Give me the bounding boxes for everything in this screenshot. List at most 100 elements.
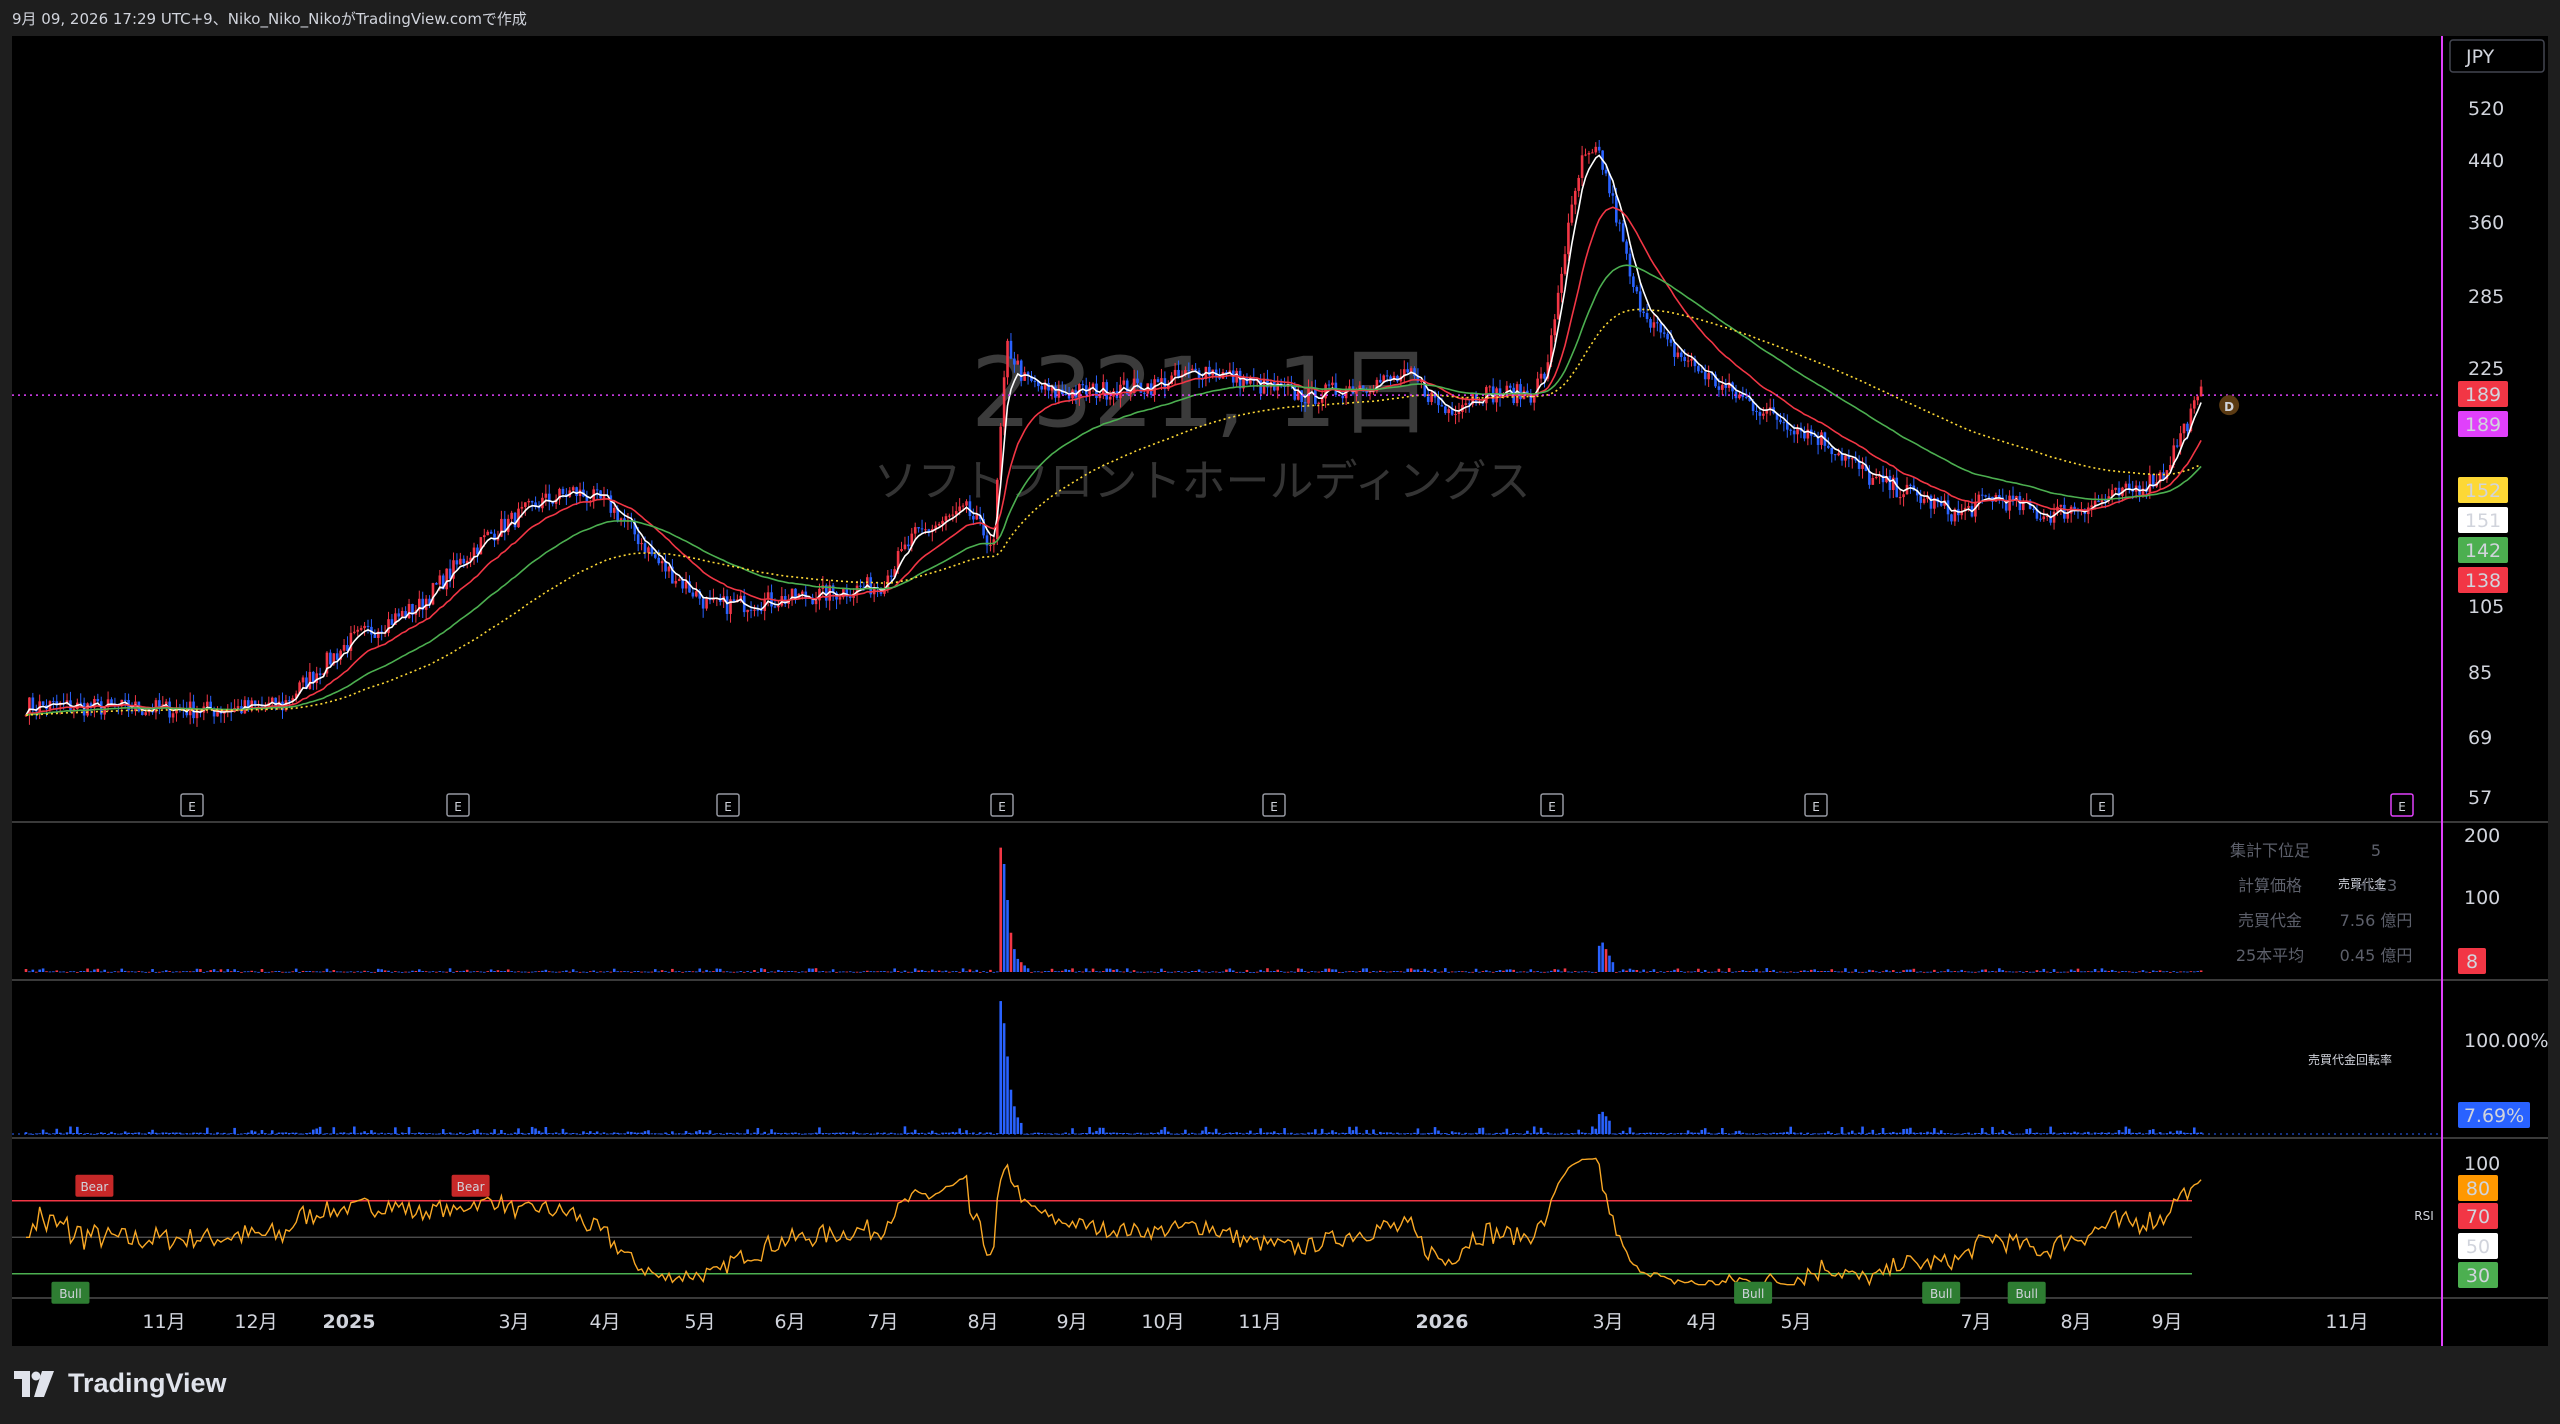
turnover-bar <box>459 1132 462 1134</box>
value-traded-bar <box>387 970 390 972</box>
value-traded-bar <box>469 971 472 973</box>
candle <box>958 506 961 512</box>
candle <box>647 547 650 553</box>
value-traded-bar <box>1792 971 1796 973</box>
value-traded-bar <box>541 970 544 972</box>
candle <box>2066 513 2070 519</box>
watermark-company: ソフトフロントホールディングス <box>874 456 1531 507</box>
value-traded-bar <box>1611 962 1615 972</box>
candle <box>301 677 305 683</box>
candle <box>1573 190 1577 205</box>
candle <box>164 701 168 705</box>
candle <box>1143 392 1146 394</box>
value-traded-bar <box>2117 971 2121 973</box>
candle <box>1980 494 1984 496</box>
value-traded-bar <box>1957 971 1960 973</box>
turnover-bar <box>801 1133 804 1135</box>
candle <box>524 502 527 507</box>
value-traded-bar <box>1803 970 1806 972</box>
value-traded-bar <box>1939 971 1943 973</box>
value-traded-bar <box>640 971 643 973</box>
turnover-bar <box>411 1133 414 1134</box>
turnover-bar <box>927 1132 931 1134</box>
value-traded-bar <box>2104 970 2107 972</box>
candle <box>1430 392 1433 402</box>
price-axis-tick: 225 <box>2468 358 2504 380</box>
value-traded-bar <box>729 971 732 973</box>
value-traded-bar <box>441 971 445 973</box>
value-traded-bar <box>650 971 654 973</box>
value-traded-bar <box>1638 971 1642 973</box>
candle <box>575 487 578 496</box>
turnover-bar <box>380 1132 383 1134</box>
candle <box>1368 392 1372 394</box>
value-traded-bar <box>1854 969 1857 972</box>
value-traded-bar <box>1420 971 1423 972</box>
value-traded-bar <box>1621 969 1625 972</box>
candle <box>2128 483 2131 489</box>
turnover-bar <box>1013 1106 1016 1134</box>
chart-frame[interactable]: 2321, 1日 ソフトフロントホールディングス D E E E E E E E E E JPY 520 4… <box>12 36 2548 1346</box>
time-axis-tick: 11月 <box>142 1311 185 1333</box>
candle <box>486 531 489 536</box>
turnover-bar <box>253 1131 257 1134</box>
candle <box>1604 169 1608 174</box>
value-traded-bar <box>2035 970 2039 972</box>
turnover-bar <box>1430 1132 1433 1134</box>
candle <box>510 512 513 519</box>
value-traded-bar <box>103 969 106 972</box>
candle <box>1888 475 1892 491</box>
candle <box>356 629 360 632</box>
value-traded-bar <box>1809 969 1813 972</box>
turnover-bar <box>1190 1132 1194 1134</box>
earnings-marker-label: E <box>1548 800 1556 814</box>
turnover-bar <box>595 1131 599 1134</box>
value-traded-bar <box>281 971 284 973</box>
turnover-bar <box>1269 1132 1273 1134</box>
candle <box>1652 322 1656 328</box>
value-traded-bar <box>113 971 117 973</box>
turnover-bar <box>1933 1128 1936 1134</box>
value-traded-bar <box>1550 970 1553 972</box>
tradingview-logo[interactable]: TradingView <box>14 1368 227 1399</box>
value-traded-bar <box>2069 969 2073 972</box>
value-traded-bar <box>1789 971 1793 973</box>
value-traded-bar <box>28 971 31 973</box>
candle <box>1642 311 1645 314</box>
candle <box>1662 332 1666 334</box>
turnover-bar <box>1963 1133 1967 1134</box>
value-traded-bar <box>1249 971 1252 973</box>
turnover-bar <box>339 1132 342 1134</box>
value-traded-bar <box>1122 971 1126 973</box>
chart-canvas[interactable]: 2321, 1日ソフトフロントホールディングスDE E E E E E E E EJPY5204… <box>12 36 2548 1346</box>
candle <box>520 506 524 509</box>
turnover-bar <box>482 1133 486 1135</box>
candle <box>1902 494 1905 498</box>
candle <box>1827 445 1830 448</box>
turnover-bar <box>1987 1133 1991 1135</box>
value-traded-bar <box>496 970 500 972</box>
turnover-bar <box>151 1129 154 1134</box>
value-traded-bar <box>838 971 842 973</box>
rsi-signal-label: Bull <box>2015 1287 2038 1301</box>
candle <box>1563 254 1567 274</box>
turnover-bar <box>824 1133 828 1134</box>
turnover-bar <box>205 1127 209 1134</box>
value-traded-bar <box>582 971 585 973</box>
value-traded-bar <box>1984 969 1987 972</box>
value-traded-bar <box>2155 971 2158 973</box>
price-axis-tick: 69 <box>2468 727 2492 749</box>
turnover-bar <box>643 1131 647 1134</box>
price-tag: 138 <box>2458 567 2508 593</box>
candle <box>1950 514 1953 522</box>
value-traded-bars <box>24 847 2203 973</box>
value-traded-bar <box>86 968 89 972</box>
candle <box>701 598 705 609</box>
time-axis[interactable]: 11月 12月 2025 3月 4月 5月 6月 7月 8月 9月 10月 11月 2026 3月 4月 5月… <box>142 1311 2368 1333</box>
value-traded-bar <box>1799 970 1803 972</box>
currency-selector[interactable]: JPY <box>2449 39 2545 73</box>
turnover-bar <box>452 1133 455 1135</box>
candle <box>455 560 459 565</box>
candle <box>653 554 657 558</box>
turnover-bar <box>1416 1128 1420 1134</box>
